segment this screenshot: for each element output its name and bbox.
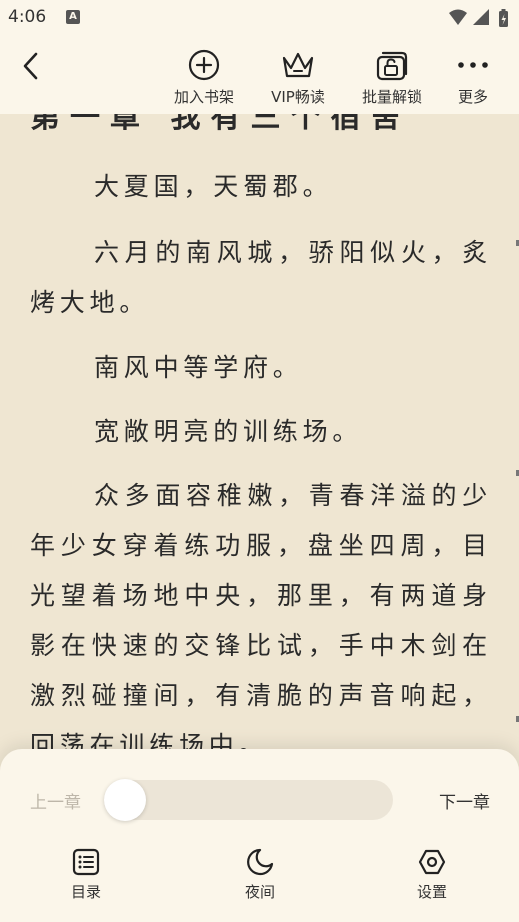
notification-icon: A bbox=[66, 10, 80, 24]
add-to-shelf-label: 加入书架 bbox=[173, 88, 234, 106]
signal-icon bbox=[473, 9, 489, 25]
status-time: 4:06 bbox=[8, 7, 47, 27]
batch-unlock-button[interactable]: 批量解锁 bbox=[356, 48, 428, 107]
chevron-left-icon bbox=[23, 52, 38, 80]
reader-bottom-panel: 上一章 下一章 目录 夜间 设置 bbox=[0, 749, 519, 922]
wifi-icon bbox=[449, 9, 467, 25]
more-dots-icon bbox=[458, 62, 488, 68]
moon-icon bbox=[247, 848, 274, 876]
paragraph: 南风中等学府。 bbox=[94, 353, 303, 382]
vip-read-button[interactable]: VIP畅读 bbox=[262, 48, 334, 107]
night-mode-button[interactable]: 夜间 bbox=[230, 847, 290, 902]
more-button[interactable]: 更多 bbox=[450, 48, 496, 107]
next-chapter-button[interactable]: 下一章 bbox=[439, 788, 490, 813]
status-bar: 4:06 A bbox=[0, 0, 519, 36]
prev-chapter-button[interactable]: 上一章 bbox=[30, 788, 81, 813]
reader-toolbar: 加入书架 VIP畅读 批量解锁 更多 bbox=[0, 36, 519, 114]
chapter-progress-slider[interactable] bbox=[104, 780, 393, 820]
catalog-list-icon bbox=[72, 848, 100, 876]
settings-button[interactable]: 设置 bbox=[402, 847, 462, 902]
back-button[interactable] bbox=[16, 50, 48, 82]
night-mode-label: 夜间 bbox=[244, 883, 275, 901]
paragraph: 宽敞明亮的训练场。 bbox=[94, 417, 363, 446]
paragraph: 六月的南风城，骄阳似火，炙烤大地。 bbox=[30, 238, 492, 317]
chapter-title: 第一章 我有三个宿舍 bbox=[30, 114, 411, 135]
settings-hexagon-icon bbox=[418, 849, 446, 875]
catalog-button[interactable]: 目录 bbox=[56, 847, 116, 902]
unlock-icon bbox=[376, 51, 408, 81]
settings-label: 设置 bbox=[416, 883, 447, 901]
paragraph: 大夏国，天蜀郡。 bbox=[94, 172, 333, 201]
crown-icon bbox=[282, 52, 314, 78]
paragraph: 众多面容稚嫩，青春洋溢的少年少女穿着练功服，盘坐四周，目光望着场地中央，那里，有… bbox=[30, 481, 492, 750]
battery-icon bbox=[499, 9, 508, 27]
plus-circle-icon bbox=[188, 49, 220, 81]
system-status-icons bbox=[449, 9, 508, 27]
progress-slider-thumb[interactable] bbox=[104, 779, 146, 821]
more-label: 更多 bbox=[457, 88, 488, 106]
batch-unlock-label: 批量解锁 bbox=[361, 88, 422, 106]
catalog-label: 目录 bbox=[70, 883, 101, 901]
reading-content[interactable]: 第一章 我有三个宿舍 大夏国，天蜀郡。 六月的南风城，骄阳似火，炙烤大地。 南风… bbox=[0, 114, 519, 750]
vip-read-label: VIP畅读 bbox=[271, 88, 325, 106]
add-to-shelf-button[interactable]: 加入书架 bbox=[168, 48, 240, 107]
